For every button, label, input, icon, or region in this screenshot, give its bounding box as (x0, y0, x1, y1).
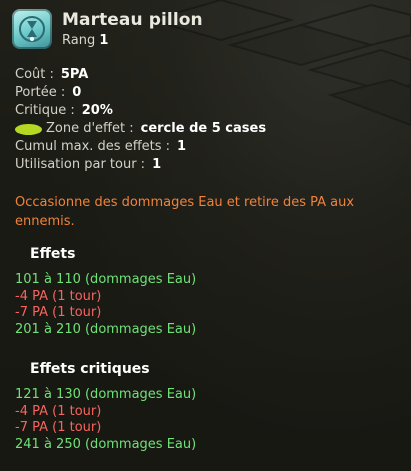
stat-label: Coût : (15, 67, 54, 82)
effects-list: 101 à 110 (dommages Eau) -4 PA (1 tour) … (15, 272, 196, 338)
stat-label: Utilisation par tour : (15, 157, 146, 172)
effects-title: Effets (30, 246, 76, 262)
stat-value: 1 (152, 157, 162, 172)
aoe-ellipse-icon (15, 123, 42, 135)
spell-description: Occasionne des dommages Eau et retire de… (15, 195, 355, 229)
stat-value: 1 (177, 139, 187, 154)
spell-stats: Coût : 5PA Portée : 0 Critique : 20% Zon… (15, 66, 266, 174)
stat-label: Portée : (15, 85, 66, 100)
effect-line: 101 à 110 (dommages Eau) (15, 272, 197, 287)
critical-effects-title: Effets critiques (30, 361, 150, 377)
hourglass-ability-icon (12, 9, 52, 49)
stat-cumul: Cumul max. des effets : 1 (15, 138, 266, 156)
spell-rank: Rang 1 (62, 32, 203, 50)
spell-name: Marteau pillon (62, 10, 203, 30)
critical-effect-line: 241 à 250 (dommages Eau) (15, 436, 197, 452)
stat-value: 20% (81, 103, 113, 118)
stat-label: Critique : (15, 103, 75, 118)
stat-range: Portée : 0 (15, 84, 266, 102)
rank-label: Rang (62, 33, 96, 48)
stat-cost: Coût : 5PA (15, 66, 266, 84)
effect-line: 201 à 210 (dommages Eau) (15, 321, 197, 337)
critical-effect-line: -7 PA (1 tour) (15, 420, 102, 435)
effect-line: -4 PA (1 tour) (15, 288, 102, 304)
effect-line: -7 PA (1 tour) (15, 305, 102, 320)
rank-value: 1 (99, 33, 109, 48)
critical-effect-line: -4 PA (1 tour) (15, 403, 102, 419)
stat-value: 0 (72, 85, 82, 100)
stat-value: 5PA (60, 67, 89, 82)
stat-value: cercle de 5 cases (140, 121, 267, 136)
stat-label: Cumul max. des effets : (15, 139, 171, 154)
critical-effects-list: 121 à 130 (dommages Eau) -4 PA (1 tour) … (15, 387, 196, 453)
spell-header: Marteau pillon Rang 1 (12, 9, 203, 50)
stat-critical: Critique : 20% (15, 102, 266, 120)
stat-label: Zone d'effet : (46, 121, 134, 136)
stat-use-per-turn: Utilisation par tour : 1 (15, 156, 266, 174)
critical-effect-line: 121 à 130 (dommages Eau) (15, 387, 197, 402)
stat-zone: Zone d'effet : cercle de 5 cases (15, 120, 266, 138)
